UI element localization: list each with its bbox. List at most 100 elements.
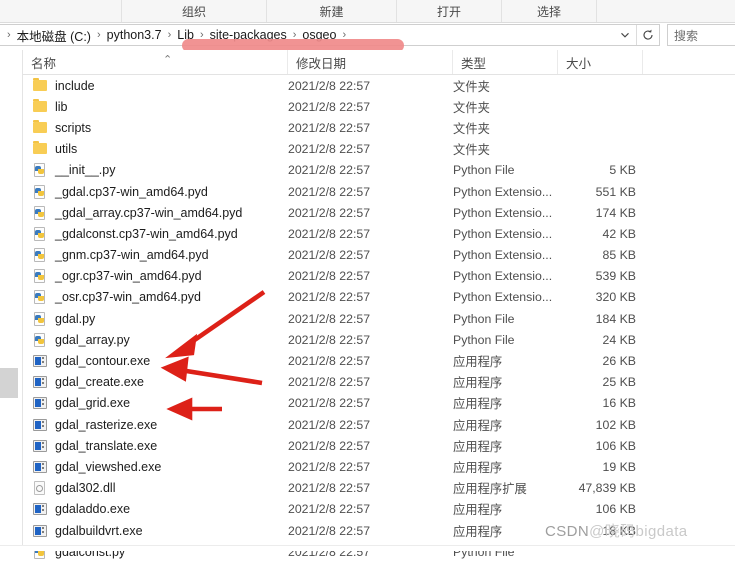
table-row[interactable]: _gnm.cp37-win_amd64.pyd 2021/2/8 22:57 Pyt… — [23, 245, 735, 266]
file-name-cell[interactable]: gdal_create.exe — [23, 374, 288, 390]
table-row[interactable]: __init__.py 2021/2/8 22:57 Python File 5 KB — [23, 160, 735, 181]
file-date-cell: 2021/2/8 22:57 — [288, 205, 371, 220]
file-name-cell[interactable]: gdaladdo.exe — [23, 501, 288, 517]
file-size-cell: 26 KB — [602, 354, 637, 369]
file-name-cell[interactable]: lib — [23, 98, 288, 115]
python-file-icon — [32, 184, 48, 200]
file-size-cell: 19 KB — [602, 459, 637, 474]
table-row[interactable]: gdal_grid.exe 2021/2/8 22:57 应用程序 16 KB — [23, 393, 735, 414]
file-name-cell[interactable]: _gdalconst.cp37-win_amd64.pyd — [23, 226, 288, 242]
ribbon-group-label: 组织 — [181, 4, 206, 19]
breadcrumb-separator: › — [7, 29, 11, 41]
file-name-cell[interactable]: include — [23, 77, 288, 94]
table-row[interactable]: gdaladdo.exe 2021/2/8 22:57 应用程序 106 KB — [23, 499, 735, 520]
ribbon-group-new[interactable]: 新建 — [267, 0, 397, 22]
file-size-cell: 102 KB — [595, 417, 636, 432]
file-name-label: gdal_contour.exe — [55, 354, 151, 369]
python-file-icon — [32, 162, 48, 178]
table-row[interactable]: gdal_array.py 2021/2/8 22:57 Python File 24… — [23, 329, 735, 350]
file-date-cell: 2021/2/8 22:57 — [288, 396, 371, 411]
file-name-cell[interactable]: gdal_viewshed.exe — [23, 459, 288, 475]
file-name-cell[interactable]: gdal_grid.exe — [23, 395, 288, 411]
table-row[interactable]: _ogr.cp37-win_amd64.pyd 2021/2/8 22:57 Pyt… — [23, 266, 735, 287]
table-row[interactable]: _gdalconst.cp37-win_amd64.pyd 2021/2/8 22… — [23, 223, 735, 244]
folder-icon — [32, 141, 48, 157]
breadcrumb-item-drive[interactable]: 本地磁盘 (C:) — [15, 26, 93, 45]
file-type-cell: 文件夹 — [453, 143, 490, 158]
file-name-cell[interactable]: gdal.py — [23, 311, 288, 327]
table-row[interactable]: scripts 2021/2/8 22:57 文件夹 — [23, 117, 735, 138]
navigation-pane-item[interactable] — [0, 368, 18, 398]
file-type-cell: 文件夹 — [453, 79, 490, 94]
table-row[interactable]: _gdal_array.cp37-win_amd64.pyd 2021/2/8 2… — [23, 202, 735, 223]
file-name-label: gdal_grid.exe — [55, 396, 131, 411]
file-date-cell: 2021/2/8 22:57 — [288, 459, 371, 474]
file-date-cell: 2021/2/8 22:57 — [288, 120, 371, 135]
file-name-cell[interactable]: _ogr.cp37-win_amd64.pyd — [23, 268, 288, 284]
table-row[interactable]: _gdal.cp37-win_amd64.pyd 2021/2/8 22:57 Py… — [23, 181, 735, 202]
file-name-label: _osr.cp37-win_amd64.pyd — [55, 290, 201, 305]
exe-file-icon — [32, 501, 48, 517]
column-header-row: 名称 ⌃ 修改日期 类型 大小 — [23, 50, 735, 75]
ribbon-toolbar: 组织 新建 打开 选择 — [0, 0, 735, 23]
file-name-cell[interactable]: utils — [23, 141, 288, 157]
ribbon-group-label: 选择 — [536, 4, 561, 19]
file-date-cell: 2021/2/8 22:57 — [288, 481, 371, 496]
table-row[interactable]: include 2021/2/8 22:57 文件夹 — [23, 75, 735, 96]
table-row[interactable]: gdal_viewshed.exe 2021/2/8 22:57 应用程序 19 KB — [23, 456, 735, 477]
exe-file-icon — [32, 395, 48, 411]
file-name-cell[interactable]: gdal_rasterize.exe — [23, 417, 288, 433]
file-name-cell[interactable]: gdal_contour.exe — [23, 353, 288, 369]
folder-icon — [32, 119, 48, 136]
file-name-label: gdal302.dll — [55, 481, 116, 496]
file-date-cell: 2021/2/8 22:57 — [288, 311, 371, 326]
table-row[interactable]: gdal302.dll 2021/2/8 22:57 应用程序扩展 47,839 KB — [23, 478, 735, 499]
file-date-cell: 2021/2/8 22:57 — [288, 99, 371, 114]
column-header-name-label: 名称 — [31, 56, 57, 71]
file-name-label: gdal.py — [55, 311, 96, 326]
table-row[interactable]: _osr.cp37-win_amd64.pyd 2021/2/8 22:57 Pyt… — [23, 287, 735, 308]
file-size-cell: 320 KB — [595, 290, 636, 305]
ribbon-group-select[interactable]: 选择 — [502, 0, 597, 22]
table-row[interactable]: gdal_create.exe 2021/2/8 22:57 应用程序 25 KB — [23, 372, 735, 393]
file-name-cell[interactable]: scripts — [23, 119, 288, 136]
file-name-cell[interactable]: __init__.py — [23, 162, 288, 178]
file-name-cell[interactable]: gdal_translate.exe — [23, 438, 288, 454]
file-name-label: include — [55, 78, 95, 93]
column-header-size[interactable]: 大小 — [558, 50, 643, 74]
column-header-name[interactable]: 名称 ⌃ — [23, 50, 288, 74]
file-name-label: gdal_array.py — [55, 332, 130, 347]
table-row[interactable]: gdal_contour.exe 2021/2/8 22:57 应用程序 26 KB — [23, 350, 735, 371]
search-input[interactable]: 搜索 — [667, 24, 735, 46]
file-list[interactable]: include 2021/2/8 22:57 文件夹 lib 2021/2/8 22:5… — [23, 75, 735, 559]
navigation-pane[interactable] — [0, 50, 23, 550]
file-name-cell[interactable]: _gdal.cp37-win_amd64.pyd — [23, 184, 288, 200]
file-name-cell[interactable]: _osr.cp37-win_amd64.pyd — [23, 289, 288, 305]
table-row[interactable]: lib 2021/2/8 22:57 文件夹 — [23, 96, 735, 117]
column-header-date[interactable]: 修改日期 — [288, 50, 453, 74]
refresh-icon[interactable] — [636, 25, 659, 45]
ribbon-group-organize[interactable]: 组织 — [122, 0, 267, 22]
table-row[interactable]: gdal_rasterize.exe 2021/2/8 22:57 应用程序 102 … — [23, 414, 735, 435]
file-name-cell[interactable]: _gnm.cp37-win_amd64.pyd — [23, 247, 288, 263]
csdn-watermark: CSDN@晓码bigdata — [545, 520, 688, 541]
ribbon-group-open[interactable]: 打开 — [397, 0, 502, 22]
file-size-cell: 16 KB — [602, 396, 637, 411]
breadcrumb-separator: › — [96, 29, 101, 41]
ribbon-group-0[interactable] — [0, 0, 122, 22]
file-size-cell: 174 KB — [595, 205, 636, 220]
file-name-cell[interactable]: _gdal_array.cp37-win_amd64.pyd — [23, 205, 288, 221]
breadcrumb-item-python37[interactable]: python3.7 — [105, 28, 164, 42]
table-row[interactable]: gdal_translate.exe 2021/2/8 22:57 应用程序 106 … — [23, 435, 735, 456]
file-name-label: _ogr.cp37-win_amd64.pyd — [55, 269, 202, 284]
column-header-type[interactable]: 类型 — [453, 50, 558, 74]
column-header-blank[interactable] — [643, 50, 735, 74]
table-row[interactable]: gdal.py 2021/2/8 22:57 Python File 184 KB — [23, 308, 735, 329]
file-name-label: gdal_create.exe — [55, 375, 144, 390]
ribbon-group-label: 新建 — [319, 4, 344, 19]
chevron-down-icon[interactable] — [614, 25, 636, 45]
table-row[interactable]: utils 2021/2/8 22:57 文件夹 — [23, 139, 735, 160]
file-name-cell[interactable]: gdal302.dll — [23, 480, 288, 496]
file-name-cell[interactable]: gdal_array.py — [23, 332, 288, 348]
file-name-cell[interactable]: gdalbuildvrt.exe — [23, 523, 288, 539]
